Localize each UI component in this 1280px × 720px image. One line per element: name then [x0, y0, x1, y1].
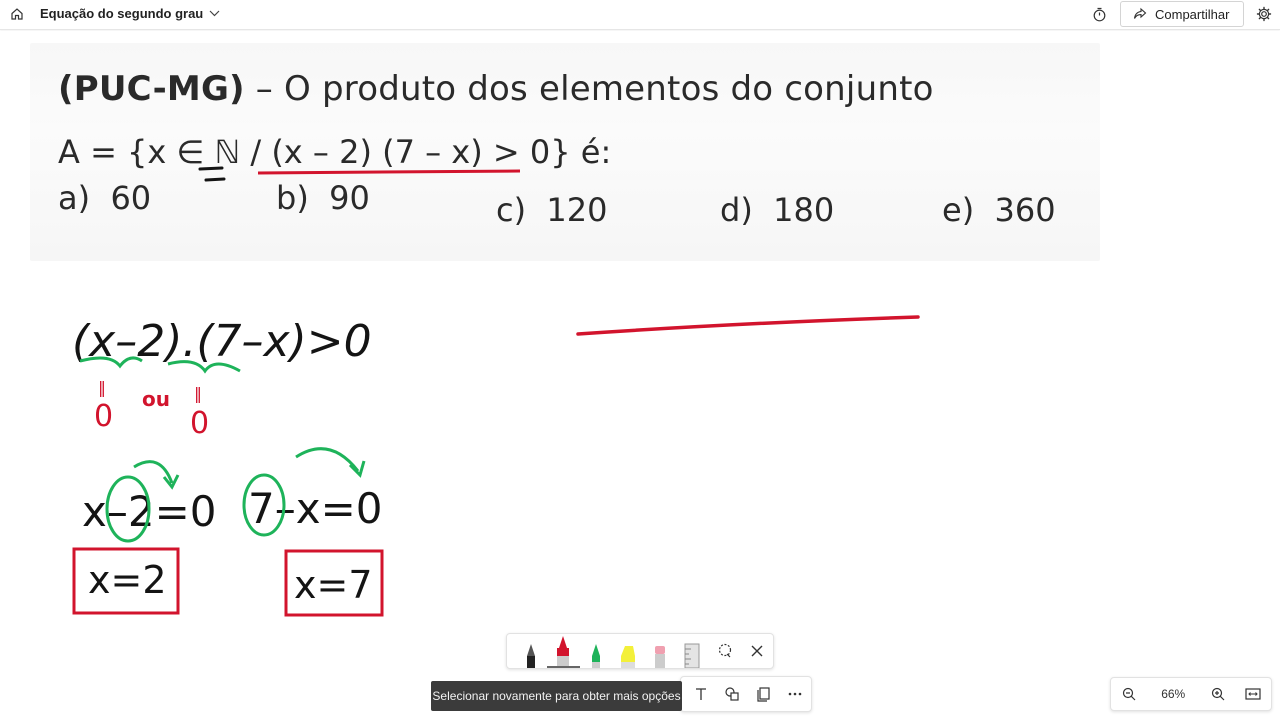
gear-icon [1256, 6, 1272, 22]
highlighter-icon [620, 646, 635, 668]
timer-icon [1093, 7, 1105, 21]
zoom-out-button[interactable] [1111, 678, 1147, 710]
timer-button[interactable] [1088, 3, 1110, 25]
red-pen-tool[interactable] [547, 634, 580, 668]
share-label: Compartilhar [1155, 6, 1230, 22]
lasso-select-tool[interactable] [709, 634, 741, 668]
ink-equation-2: 7–x=0 [248, 484, 383, 533]
top-bar: Equação do segundo grau Compartilhar [0, 0, 1280, 30]
ink-brace-left [79, 356, 143, 369]
share-icon [1133, 7, 1147, 19]
ink-arrow-2 [295, 447, 366, 478]
set-definition: A = {x ∈ ℕ / (x – 2) (7 – x) > 0} é: [58, 133, 612, 171]
option-d: d) 180 [720, 191, 835, 229]
ink-box-1 [72, 547, 180, 615]
ink-or-word: ou [142, 387, 170, 411]
edit-toolbar [680, 676, 812, 712]
home-icon [11, 8, 23, 20]
ink-zero-a: 0 [94, 399, 113, 434]
ink-equation-1: x–2=0 [82, 487, 217, 536]
more-icon [788, 692, 802, 696]
chevron-down-icon [209, 10, 220, 17]
lasso-icon [718, 643, 731, 658]
ink-arrow-1 [133, 460, 180, 490]
option-a: a) 60 [58, 179, 152, 217]
zoom-in-icon [1211, 687, 1225, 701]
zoom-out-icon [1122, 687, 1136, 701]
ink-solution-2: x=7 [294, 563, 373, 607]
document-title-dropdown[interactable]: Equação do segundo grau [40, 6, 220, 21]
close-pen-toolbar-button[interactable] [741, 634, 773, 668]
pen-toolbar [506, 633, 774, 669]
text-tool[interactable] [685, 677, 717, 711]
fit-to-screen-button[interactable] [1235, 678, 1271, 710]
zoom-in-button[interactable] [1200, 678, 1236, 710]
ink-neq-b: ‖ [194, 384, 202, 403]
fit-screen-icon [1245, 688, 1261, 700]
ink-brace-right [167, 360, 241, 374]
whiteboard-canvas[interactable]: (PUC-MG) – O produto dos elementos do co… [0, 31, 1280, 720]
problem-source: (PUC-MG) [58, 69, 245, 109]
ink-zero-b: 0 [190, 406, 209, 441]
pages-icon [757, 687, 770, 702]
green-pen-tool[interactable] [580, 634, 612, 668]
black-pen-tool[interactable] [515, 634, 547, 668]
shapes-icon [725, 687, 739, 701]
more-options-button[interactable] [780, 677, 812, 711]
option-c: c) 120 [496, 191, 608, 229]
highlighter-tool[interactable] [612, 634, 644, 668]
ink-line-red [576, 315, 920, 336]
ink-inequality: (x–2).(7–x)>0 [72, 316, 372, 367]
ruler-tool[interactable] [676, 634, 708, 668]
eraser-icon [655, 646, 666, 668]
problem-text: – O produto dos elementos do conjunto [244, 69, 934, 109]
pages-tool[interactable] [748, 677, 780, 711]
black-pen-icon [527, 644, 536, 668]
zoom-controls: 66% [1110, 677, 1272, 711]
shapes-tool[interactable] [717, 677, 749, 711]
ink-neq-a: ‖ [98, 378, 106, 397]
red-pen-icon [557, 636, 570, 666]
option-b: b) 90 [276, 179, 370, 217]
close-icon [751, 645, 763, 657]
option-e: e) 360 [942, 191, 1056, 229]
ink-circle-1 [105, 475, 151, 543]
settings-button[interactable] [1253, 3, 1275, 25]
document-title: Equação do segundo grau [40, 6, 204, 21]
ink-box-2 [284, 549, 384, 617]
share-button[interactable]: Compartilhar [1120, 1, 1244, 27]
ink-solution-1: x=2 [88, 558, 167, 602]
zoom-level[interactable]: 66% [1147, 687, 1200, 701]
green-pen-icon [591, 644, 600, 668]
ink-circle-2 [242, 473, 286, 537]
ruler-icon [684, 643, 700, 668]
tooltip: Selecionar novamente para obter mais opç… [431, 681, 682, 711]
home-button[interactable] [6, 3, 28, 25]
text-icon [695, 688, 706, 700]
eraser-tool[interactable] [644, 634, 676, 668]
problem-statement: (PUC-MG) – O produto dos elementos do co… [58, 69, 934, 171]
